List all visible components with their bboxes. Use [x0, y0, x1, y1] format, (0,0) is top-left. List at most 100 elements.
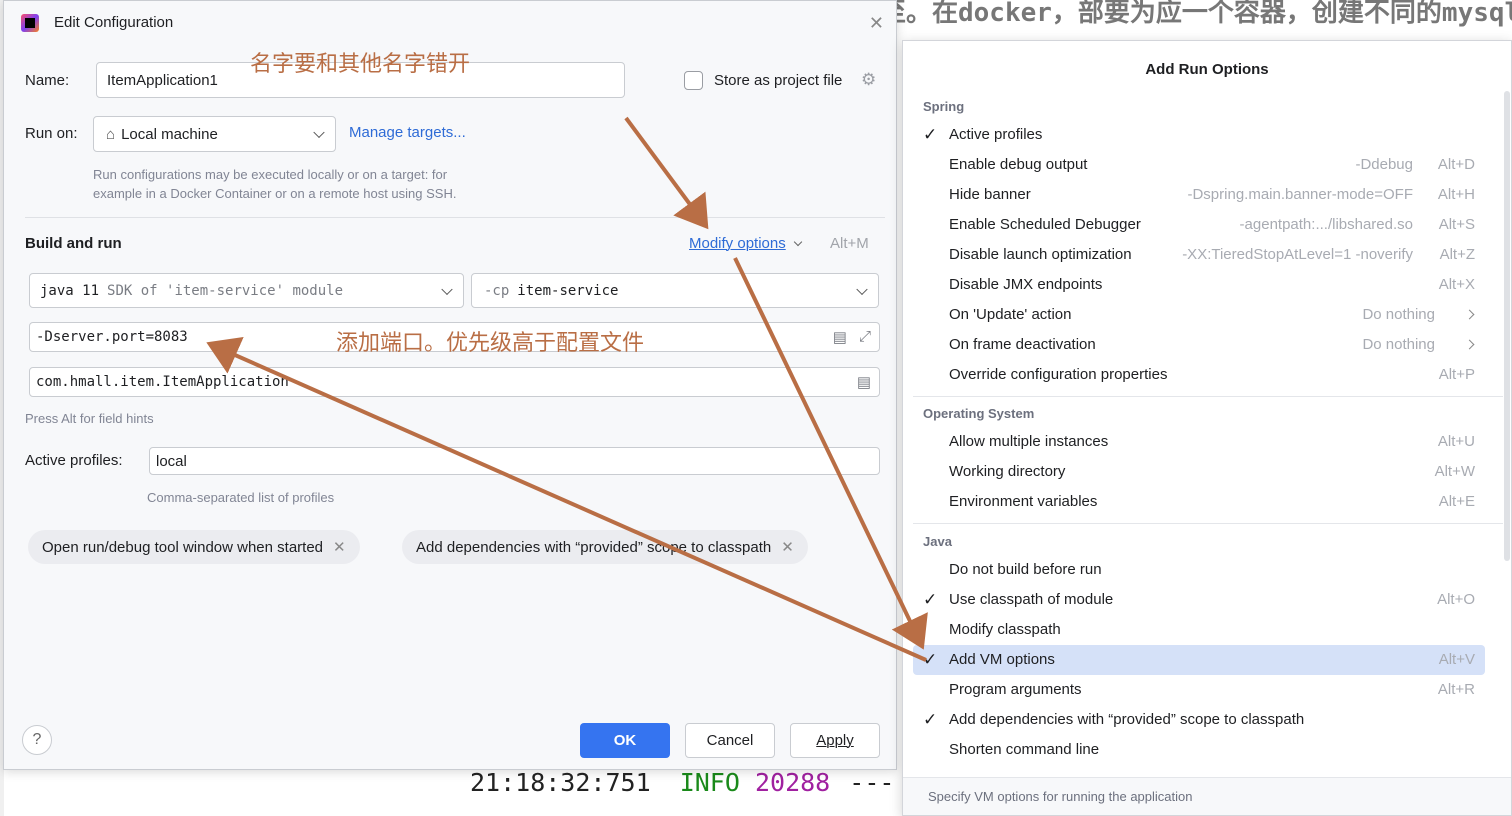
spring-option-row[interactable]: Enable debug output -Ddebug Alt+D	[913, 150, 1485, 180]
spring-option-row[interactable]: Override configuration properties Alt+P	[913, 360, 1485, 390]
add-run-options-popup: Add Run Options Spring ✓ Active profiles E…	[902, 40, 1512, 816]
log-separator: ---	[849, 768, 895, 797]
ok-button[interactable]: OK	[580, 723, 670, 758]
active-profiles-label: Active profiles:	[25, 452, 123, 469]
main-class-input[interactable]: com.hmall.item.ItemApplication ▤	[29, 367, 880, 397]
cancel-button[interactable]: Cancel	[685, 723, 775, 758]
spring-option-row[interactable]: Enable Scheduled Debugger -agentpath:.../…	[913, 210, 1485, 240]
chip-label: Add dependencies with “provided” scope t…	[416, 538, 772, 556]
java-option-row[interactable]: Program arguments Alt+R	[913, 675, 1485, 705]
option-label: Override configuration properties	[949, 366, 1168, 383]
build-and-run-title: Build and run	[25, 235, 122, 252]
intellij-app-icon	[21, 14, 39, 32]
log-level: INFO	[679, 768, 740, 797]
option-shortcut: Alt+U	[1437, 433, 1475, 450]
option-shortcut: Alt+S	[1438, 216, 1475, 233]
option-shortcut: Alt+Z	[1439, 246, 1475, 263]
group-divider	[913, 523, 1503, 524]
spring-option-row[interactable]: Hide banner -Dspring.main.banner-mode=OFF…	[913, 180, 1485, 210]
vm-options-value: -Dserver.port=8083	[36, 329, 188, 345]
popup-footer-text: Specify VM options for running the appli…	[928, 789, 1193, 804]
expand-icon[interactable]: ⤢	[859, 328, 871, 346]
option-shortcut: Alt+O	[1437, 591, 1475, 608]
option-label: Enable Scheduled Debugger	[949, 216, 1141, 233]
run-on-label: Run on:	[25, 125, 78, 142]
java-option-row[interactable]: Do not build before run	[913, 555, 1485, 585]
store-as-project-file-label: Store as project file	[714, 72, 843, 89]
java-option-row[interactable]: ✓ Add VM options Alt+V	[913, 645, 1485, 675]
remove-icon[interactable]: ✕	[333, 538, 346, 556]
option-label: On frame deactivation	[949, 336, 1096, 353]
name-label: Name:	[25, 72, 70, 89]
option-label: Shorten command line	[949, 741, 1100, 758]
option-hint: -agentpath:.../libshared.so	[1239, 216, 1413, 233]
checkmark-icon: ✓	[923, 125, 938, 145]
option-shortcut: Alt+H	[1437, 186, 1475, 203]
active-profiles-input[interactable]: local	[149, 447, 880, 475]
option-shortcut: Alt+R	[1437, 681, 1475, 698]
option-label: Program arguments	[949, 681, 1082, 698]
group-divider	[913, 396, 1503, 397]
classpath-module-select[interactable]: -cp item-service	[471, 273, 879, 308]
popup-footer: Specify VM options for running the appli…	[903, 777, 1511, 815]
popup-scrollbar[interactable]	[1504, 91, 1510, 561]
chevron-down-icon	[856, 283, 868, 295]
annotation-vm-note: 添加端口。优先级高于配置文件	[336, 331, 645, 356]
option-label: Allow multiple instances	[949, 433, 1109, 450]
os-option-row[interactable]: Environment variables Alt+E	[913, 487, 1485, 517]
spring-option-row[interactable]: ✓ Active profiles	[913, 120, 1485, 150]
spring-option-row[interactable]: On 'Update' action Do nothing	[913, 300, 1485, 330]
name-input-value: ItemApplication1	[107, 71, 218, 89]
spring-option-row[interactable]: Disable JMX endpoints Alt+X	[913, 270, 1485, 300]
home-icon: ⌂	[106, 125, 116, 143]
run-on-hint-line-2: example in a Docker Container or on a re…	[93, 186, 457, 201]
cp-prefix: -cp	[484, 282, 510, 299]
java-option-row[interactable]: ✓ Add dependencies with “provided” scope …	[913, 705, 1485, 735]
run-on-select-value: Local machine	[121, 125, 218, 143]
option-shortcut: Alt+W	[1434, 463, 1475, 480]
option-label: Hide banner	[949, 186, 1031, 203]
document-icon[interactable]: ▤	[857, 373, 871, 391]
modify-options-shortcut: Alt+M	[830, 235, 869, 252]
java-option-row[interactable]: ✓ Use classpath of module Alt+O	[913, 585, 1485, 615]
option-shortcut: Alt+D	[1437, 156, 1475, 173]
option-shortcut: Alt+P	[1438, 366, 1475, 383]
manage-targets-link[interactable]: Manage targets...	[349, 124, 466, 141]
option-chip-provided-scope[interactable]: Add dependencies with “provided” scope t…	[402, 530, 808, 564]
option-hint: Do nothing	[1362, 306, 1435, 323]
dialog-titlebar[interactable]: Edit Configuration ✕	[4, 1, 896, 47]
option-shortcut: Alt+X	[1438, 276, 1475, 293]
chevron-right-icon	[1464, 309, 1475, 320]
java-option-row[interactable]: Modify classpath	[913, 615, 1485, 645]
close-icon[interactable]: ✕	[869, 13, 884, 34]
option-label: Active profiles	[949, 126, 1043, 143]
group-label-os: Operating System	[923, 406, 1035, 421]
spring-option-row[interactable]: On frame deactivation Do nothing	[913, 330, 1485, 360]
edit-configuration-dialog: Edit Configuration ✕ Name: ItemApplicati…	[3, 0, 897, 770]
option-label: Use classpath of module	[949, 591, 1114, 608]
run-on-select[interactable]: ⌂ Local machine	[93, 116, 336, 152]
spring-option-row[interactable]: Disable launch optimization -XX:TieredSto…	[913, 240, 1485, 270]
remove-icon[interactable]: ✕	[781, 538, 794, 556]
checkmark-icon: ✓	[923, 650, 938, 670]
os-option-row[interactable]: Allow multiple instances Alt+U	[913, 427, 1485, 457]
java-option-row[interactable]: Shorten command line	[913, 735, 1485, 765]
option-label: Disable launch optimization	[949, 246, 1132, 263]
field-hints-text: Press Alt for field hints	[25, 411, 154, 426]
modify-options-link[interactable]: Modify options	[689, 235, 802, 252]
gear-icon[interactable]: ⚙	[861, 70, 876, 90]
help-button[interactable]: ?	[22, 725, 52, 755]
document-icon[interactable]: ▤	[833, 328, 847, 346]
screen: 至。在docker，部要为应一个容器，创建不同的mysql数据库 21:18:3…	[0, 0, 1512, 816]
os-option-row[interactable]: Working directory Alt+W	[913, 457, 1485, 487]
store-as-project-file-checkbox[interactable]	[684, 71, 703, 90]
log-pid: 20288	[754, 768, 831, 797]
jdk-select[interactable]: java 11 SDK of 'item-service' module	[29, 273, 464, 308]
option-label: On 'Update' action	[949, 306, 1072, 323]
jdk-value: java 11	[40, 282, 100, 299]
apply-button[interactable]: Apply	[790, 723, 880, 758]
jdk-suffix: SDK of 'item-service' module	[107, 282, 344, 299]
option-shortcut: Alt+V	[1438, 651, 1475, 668]
option-chip-open-tool-window[interactable]: Open run/debug tool window when started …	[28, 530, 360, 564]
chip-label: Open run/debug tool window when started	[42, 538, 324, 556]
